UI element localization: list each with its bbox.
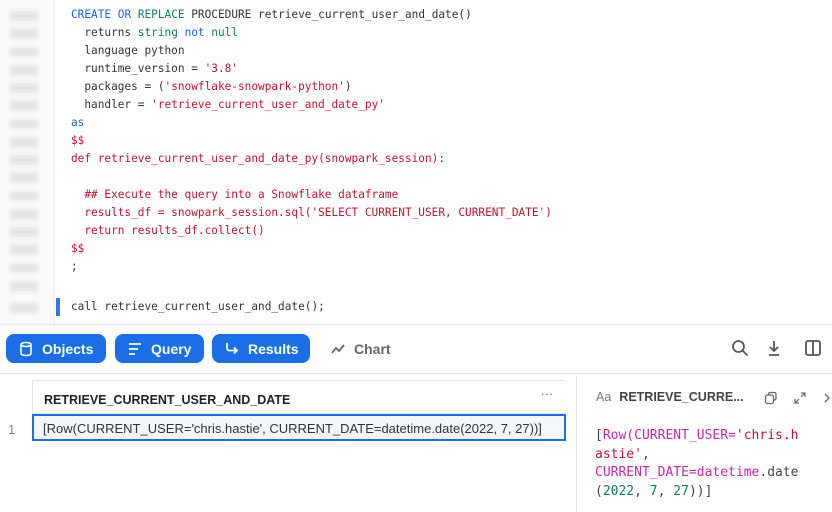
line-number [10, 303, 38, 313]
code-line[interactable]: return results_df.collect() [71, 222, 552, 240]
line-chart-icon [331, 343, 345, 354]
code-line[interactable]: call retrieve_current_user_and_date(); [71, 298, 552, 316]
column-menu-button[interactable]: ··· [541, 387, 554, 401]
line-number [10, 137, 38, 147]
close-panel-icon[interactable] [823, 392, 832, 404]
arrow-turn-right-icon [226, 342, 239, 354]
results-grid: RETRIEVE_CURRENT_USER_AND_DATE ··· 1 [Row… [0, 376, 577, 512]
code-token: handler = [71, 98, 152, 111]
split-panel-icon[interactable] [803, 338, 823, 358]
database-icon [20, 341, 32, 356]
code-token: runtime_version = [71, 62, 205, 75]
code-token: not [184, 26, 212, 39]
code-editor[interactable]: CREATE OR REPLACE PROCEDURE retrieve_cur… [0, 0, 832, 324]
line-number [10, 47, 38, 57]
line-number-gutter [0, 0, 55, 324]
code-line[interactable]: ## Execute the query into a Snowflake da… [71, 186, 552, 204]
download-icon[interactable] [764, 338, 784, 358]
code-token: language python [71, 44, 185, 57]
code-line[interactable]: as [71, 114, 552, 132]
code-token: '3.8' [204, 62, 238, 75]
line-number [10, 101, 38, 111]
code-token: 'retrieve_current_user_and_date_py' [151, 98, 385, 111]
chart-label: Chart [354, 340, 391, 357]
line-number [10, 209, 38, 219]
code-line[interactable]: packages = ('snowflake-snowpark-python') [71, 78, 552, 96]
line-number [10, 227, 38, 237]
code-line[interactable]: returns string not null [71, 24, 552, 42]
objects-button[interactable]: Objects [6, 334, 106, 363]
results-button[interactable]: Results [212, 334, 310, 363]
code-line[interactable]: results_df = snowpark_session.sql('SELEC… [71, 204, 552, 222]
code-line[interactable]: ; [71, 258, 552, 276]
line-number [10, 245, 38, 255]
line-number [10, 263, 38, 273]
code-token: ## Execute the query into a Snowflake da… [71, 188, 399, 201]
line-number [10, 191, 38, 201]
code-token: REPLACE [137, 8, 192, 21]
code-line[interactable]: $$ [71, 240, 552, 258]
code-line[interactable]: handler = 'retrieve_current_user_and_dat… [71, 96, 552, 114]
panel-title: RETRIEVE_CURRE... [619, 390, 744, 404]
query-button[interactable]: Query [115, 334, 204, 363]
code-token: CREATE [71, 8, 118, 21]
code-token: return results_df.collect() [71, 224, 265, 237]
code-token: returns [71, 26, 138, 39]
code-token: null [211, 26, 238, 39]
code-line[interactable]: runtime_version = '3.8' [71, 60, 552, 78]
row-number: 1 [8, 422, 16, 437]
results-toolbar: Objects Query Results Chart [0, 324, 832, 374]
code-token: packages = ( [71, 80, 165, 93]
code-line[interactable]: $$ [71, 132, 552, 150]
search-icon[interactable] [730, 338, 750, 358]
code-line[interactable] [71, 276, 552, 294]
code-line[interactable]: CREATE OR REPLACE PROCEDURE retrieve_cur… [71, 6, 552, 24]
line-number [10, 119, 38, 129]
code-token: as [71, 116, 85, 129]
line-number [10, 11, 38, 21]
code-token: def retrieve_current_user_and_date_py(sn… [71, 152, 446, 165]
line-number [10, 173, 38, 183]
objects-label: Objects [42, 340, 94, 357]
expand-icon[interactable] [793, 391, 807, 405]
code-content[interactable]: CREATE OR REPLACE PROCEDURE retrieve_cur… [71, 6, 552, 316]
text-type-icon: Aa [596, 390, 612, 404]
code-token: OR [117, 8, 138, 21]
results-label: Results [248, 340, 299, 357]
chart-tab[interactable]: Chart [330, 334, 391, 363]
cell-value-detail: [Row(CURRENT_USER='chris.h astie', CURRE… [595, 428, 799, 499]
column-header[interactable]: RETRIEVE_CURRENT_USER_AND_DATE ··· [32, 380, 565, 414]
line-number [10, 65, 38, 75]
cell-detail-panel: Aa RETRIEVE_CURRE... [Row(CURRENT_USER='c… [578, 376, 832, 512]
code-token: string [137, 26, 185, 39]
code-token: call retrieve_current_user_and_date(); [71, 300, 325, 313]
lines-icon [129, 342, 141, 355]
line-number [10, 281, 38, 291]
line-number [10, 29, 38, 39]
active-line-marker [56, 298, 60, 316]
code-token: ) [344, 80, 352, 93]
code-token: $$ [71, 242, 85, 255]
code-token: ; [71, 260, 78, 273]
copy-icon[interactable] [764, 391, 778, 405]
code-line[interactable]: language python [71, 42, 552, 60]
table-cell[interactable]: [Row(CURRENT_USER='chris.hastie', CURREN… [32, 414, 566, 441]
code-token: $$ [71, 134, 85, 147]
code-line[interactable] [71, 168, 552, 186]
line-number [10, 83, 38, 93]
code-token: PROCEDURE retrieve_current_user_and_date… [191, 8, 472, 21]
code-token: results_df = snowpark_session.sql('SELEC… [71, 206, 552, 219]
code-token: 'snowflake-snowpark-python' [164, 80, 345, 93]
line-number [10, 155, 38, 165]
column-header-label: RETRIEVE_CURRENT_USER_AND_DATE [44, 393, 291, 407]
code-line[interactable]: def retrieve_current_user_and_date_py(sn… [71, 150, 552, 168]
query-label: Query [151, 340, 192, 357]
